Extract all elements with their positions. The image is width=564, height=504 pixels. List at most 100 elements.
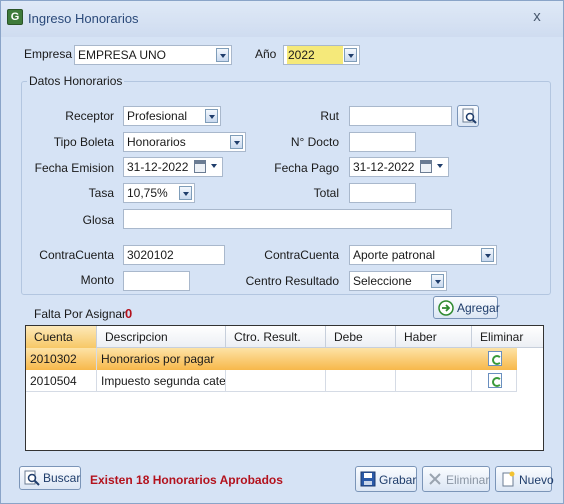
arrow-right-circle-icon — [438, 300, 454, 316]
empresa-select[interactable]: EMPRESA UNO — [74, 45, 232, 65]
buscar-label: Buscar — [43, 471, 81, 485]
receptor-label: Receptor — [65, 109, 114, 123]
cell-cuenta: 2010504 — [26, 370, 97, 392]
chevron-down-icon[interactable] — [205, 109, 218, 123]
grabar-button[interactable]: Grabar — [355, 466, 417, 492]
empresa-label: Empresa — [24, 47, 73, 61]
fecha-emision-picker[interactable]: 31-12-2022 — [123, 157, 223, 177]
tipo-boleta-label: Tipo Boleta — [53, 135, 114, 149]
total-input[interactable] — [349, 183, 416, 203]
chevron-down-icon[interactable] — [481, 248, 494, 262]
chevron-down-icon[interactable] — [230, 135, 243, 149]
glosa-label: Glosa — [82, 213, 114, 227]
chevron-down-icon[interactable] — [211, 164, 217, 168]
contracuenta-label: ContraCuenta — [39, 248, 114, 262]
contracuenta-input[interactable]: 3020102 — [123, 245, 225, 265]
tasa-value: 10,75% — [127, 186, 168, 200]
anio-label: Año — [255, 47, 277, 61]
tasa-label: Tasa — [88, 186, 114, 200]
status-message: Existen 18 Honorarios Aprobados — [90, 473, 283, 487]
column-header-haber[interactable]: Haber — [396, 326, 472, 348]
table-row[interactable]: 2010302 Honorarios por pagar — [26, 348, 517, 370]
falta-value: 0 — [125, 306, 133, 321]
floppy-disk-icon — [360, 471, 376, 487]
window-title: Ingreso Honorarios — [28, 11, 139, 26]
cell-cuenta: 2010302 — [26, 348, 97, 370]
anio-select[interactable]: 2022 — [283, 45, 360, 65]
search-icon — [24, 470, 40, 486]
empresa-value: EMPRESA UNO — [78, 48, 167, 62]
title-bar: G Ingreso Honorarios x — [1, 1, 563, 37]
fecha-pago-label: Fecha Pago — [274, 161, 339, 175]
chevron-down-icon[interactable] — [431, 274, 444, 288]
refresh-icon[interactable] — [488, 373, 502, 388]
cell-ctro — [226, 348, 326, 370]
total-label: Total — [313, 186, 339, 200]
eliminar-label: Eliminar — [446, 473, 490, 487]
n-docto-label: N° Docto — [290, 135, 339, 149]
fecha-pago-picker[interactable]: 31-12-2022 — [349, 157, 449, 177]
column-header-descripcion[interactable]: Descripcion — [97, 326, 226, 348]
receptor-value: Profesional — [127, 109, 188, 123]
cell-eliminar — [472, 370, 517, 392]
honorarios-window: G Ingreso Honorarios x Empresa EMPRESA U… — [0, 0, 564, 504]
centro-resultado-select[interactable]: Seleccione — [349, 271, 447, 291]
x-icon — [429, 473, 441, 485]
nuevo-button[interactable]: Nuevo — [495, 466, 554, 492]
contracuenta-select-label: ContraCuenta — [264, 248, 339, 262]
chevron-down-icon[interactable] — [216, 48, 229, 62]
rut-search-button[interactable] — [457, 105, 479, 127]
app-icon: G — [7, 9, 23, 25]
rut-label: Rut — [320, 109, 339, 123]
chevron-down-icon[interactable] — [437, 164, 443, 168]
fecha-emision-value: 31-12-2022 — [127, 160, 189, 174]
refresh-icon[interactable] — [488, 351, 502, 366]
cell-debe — [326, 370, 396, 392]
tipo-boleta-select[interactable]: Honorarios — [123, 132, 246, 152]
contracuenta-select[interactable]: Aporte patronal — [349, 245, 497, 265]
chevron-down-icon[interactable] — [179, 186, 192, 200]
column-header-eliminar[interactable]: Eliminar — [472, 326, 543, 348]
cell-haber — [396, 348, 472, 370]
column-header-cuenta[interactable]: Cuenta — [26, 326, 97, 348]
cell-debe — [326, 348, 396, 370]
cell-eliminar — [472, 348, 517, 370]
agregar-label: Agregar — [457, 301, 500, 315]
buscar-button[interactable]: Buscar — [19, 466, 81, 490]
n-docto-input[interactable] — [349, 132, 416, 152]
rut-input[interactable] — [349, 106, 452, 126]
new-document-icon — [502, 471, 515, 487]
tasa-select[interactable]: 10,75% — [123, 183, 195, 203]
fecha-emision-label: Fecha Emision — [34, 161, 114, 175]
centro-resultado-value: Seleccione — [353, 274, 412, 288]
calendar-icon[interactable] — [194, 160, 206, 173]
fecha-pago-value: 31-12-2022 — [353, 160, 415, 174]
monto-input[interactable] — [123, 271, 190, 291]
cell-descripcion: Impuesto segunda cate... — [97, 370, 226, 392]
chevron-down-icon[interactable] — [344, 48, 357, 62]
tipo-boleta-value: Honorarios — [127, 135, 186, 149]
table-row[interactable]: 2010504 Impuesto segunda cate... — [26, 370, 517, 392]
calendar-icon[interactable] — [420, 160, 432, 173]
asientos-grid: Cuenta Descripcion Ctro. Result. Debe Ha… — [25, 325, 544, 451]
close-icon[interactable]: x — [529, 9, 545, 25]
contracuenta-select-value: Aporte patronal — [353, 248, 436, 262]
monto-label: Monto — [80, 273, 114, 287]
anio-value: 2022 — [287, 46, 343, 64]
cell-descripcion: Honorarios por pagar — [101, 352, 215, 366]
column-header-debe[interactable]: Debe — [326, 326, 396, 348]
grabar-label: Grabar — [379, 473, 417, 487]
falta-label: Falta Por Asignar — [34, 307, 127, 321]
eliminar-button[interactable]: Eliminar — [422, 466, 490, 492]
agregar-button[interactable]: Agregar — [433, 296, 500, 319]
nuevo-label: Nuevo — [519, 473, 554, 487]
search-icon — [462, 108, 477, 124]
grid-header: Cuenta Descripcion Ctro. Result. Debe Ha… — [26, 326, 543, 348]
centro-resultado-label: Centro Resultado — [245, 274, 339, 288]
glosa-input[interactable] — [123, 209, 452, 229]
group-title: Datos Honorarios — [27, 74, 125, 88]
receptor-select[interactable]: Profesional — [123, 106, 221, 126]
cell-haber — [396, 370, 472, 392]
column-header-ctro[interactable]: Ctro. Result. — [226, 326, 326, 348]
cell-ctro — [226, 370, 326, 392]
